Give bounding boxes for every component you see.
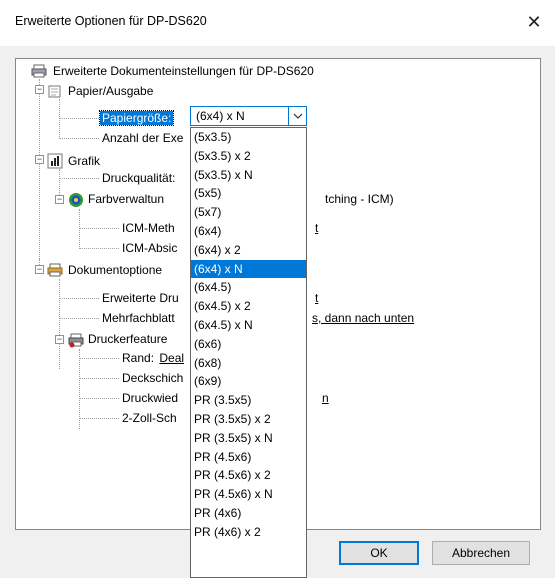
- collapse-docoptions-icon[interactable]: −: [35, 265, 44, 274]
- chevron-down-icon[interactable]: [288, 107, 306, 125]
- tree-item-print-quality[interactable]: Druckqualität:: [100, 171, 177, 185]
- dropdown-option[interactable]: (6x8): [191, 354, 306, 373]
- dropdown-option[interactable]: (6x4.5): [191, 278, 306, 297]
- paper-size-select[interactable]: (6x4) x N: [190, 106, 307, 126]
- dropdown-option[interactable]: PR (3.5x5) x 2: [191, 410, 306, 429]
- tree-item-2inch-cut[interactable]: 2-Zoll-Sch: [120, 411, 179, 425]
- tree-item-printer-features[interactable]: Druckerfeature: [86, 332, 169, 346]
- dropdown-option[interactable]: PR (4.5x6) x 2: [191, 466, 306, 485]
- tree-item-icm-intent[interactable]: ICM-Absic: [120, 241, 179, 255]
- tree-item-edge[interactable]: Rand:: [120, 351, 156, 365]
- tree-item-document-options[interactable]: Dokumentoptione: [66, 263, 164, 277]
- dropdown-option[interactable]: (6x4): [191, 222, 306, 241]
- tree-item-paper[interactable]: Papier/Ausgabe: [66, 84, 155, 98]
- tree-item-icm-method[interactable]: ICM-Meth: [120, 221, 177, 235]
- paper-icon: [47, 83, 63, 99]
- color-management-icon: [68, 192, 84, 208]
- dropdown-option[interactable]: (6x4) x 2: [191, 241, 306, 260]
- color-management-value: tching - ICM): [325, 192, 394, 206]
- dropdown-option[interactable]: PR (4x6): [191, 504, 306, 523]
- tree-item-paper-size[interactable]: Papiergröße:: [98, 110, 175, 126]
- tree-item-color-management[interactable]: Farbverwaltun: [86, 192, 166, 206]
- dropdown-option[interactable]: PR (4.5x6) x N: [191, 485, 306, 504]
- dropdown-option[interactable]: (5x3.5): [191, 128, 306, 147]
- dropdown-option[interactable]: (5x3.5) x 2: [191, 147, 306, 166]
- dropdown-option[interactable]: (6x6): [191, 335, 306, 354]
- tree-item-advanced-print[interactable]: Erweiterte Dru: [100, 291, 181, 305]
- multipage-value[interactable]: s, dann nach unten: [310, 311, 416, 325]
- dropdown-option[interactable]: PR (4x6) x 2: [191, 523, 306, 542]
- dropdown-option[interactable]: PR (3.5x5) x N: [191, 429, 306, 448]
- dropdown-option[interactable]: (6x9): [191, 372, 306, 391]
- dropdown-option[interactable]: (5x7): [191, 203, 306, 222]
- reprint-value[interactable]: n: [320, 391, 331, 405]
- dropdown-option[interactable]: (5x5): [191, 184, 306, 203]
- tree-item-copies[interactable]: Anzahl der Exe: [100, 131, 185, 145]
- collapse-printer-features-icon[interactable]: −: [55, 335, 64, 344]
- paper-size-select-value: (6x4) x N: [196, 109, 245, 123]
- collapse-graphics-icon[interactable]: −: [35, 155, 44, 164]
- paper-size-dropdown-list[interactable]: (5x3.5) (5x3.5) x 2 (5x3.5) x N (5x5) (5x7)(…: [190, 127, 307, 578]
- advanced-print-value[interactable]: t: [313, 291, 320, 305]
- dropdown-option[interactable]: (6x4.5) x N: [191, 316, 306, 335]
- window-title: Erweiterte Optionen für DP-DS620: [15, 14, 207, 28]
- printer-features-icon: [68, 332, 84, 348]
- ok-button[interactable]: OK: [339, 541, 419, 565]
- tree-item-graphics[interactable]: Grafik: [66, 154, 102, 168]
- collapse-color-icon[interactable]: −: [55, 195, 64, 204]
- tree-item-multipage[interactable]: Mehrfachblatt: [100, 311, 177, 325]
- close-icon[interactable]: ✕: [519, 8, 549, 36]
- collapse-paper-icon[interactable]: −: [35, 85, 44, 94]
- title-bar: Erweiterte Optionen für DP-DS620 ✕: [0, 0, 555, 46]
- dropdown-option[interactable]: (5x3.5) x N: [191, 166, 306, 185]
- tree-root-label: Erweiterte Dokumenteinstellungen für DP-…: [53, 64, 314, 78]
- dropdown-option[interactable]: (6x4) x N: [191, 259, 306, 279]
- printer-icon: [31, 63, 47, 79]
- dropdown-option[interactable]: (6x4.5) x 2: [191, 297, 306, 316]
- tree-item-reprint[interactable]: Druckwied: [120, 391, 180, 405]
- edge-value[interactable]: Deal: [159, 351, 184, 365]
- icm-method-value[interactable]: t: [313, 221, 320, 235]
- cancel-button[interactable]: Abbrechen: [432, 541, 530, 565]
- dropdown-option[interactable]: PR (4.5x6): [191, 448, 306, 467]
- tree-item-overcoat[interactable]: Deckschich: [120, 371, 185, 385]
- graphics-icon: [47, 153, 63, 169]
- document-options-icon: [47, 262, 63, 278]
- dropdown-option[interactable]: PR (3.5x5): [191, 391, 306, 410]
